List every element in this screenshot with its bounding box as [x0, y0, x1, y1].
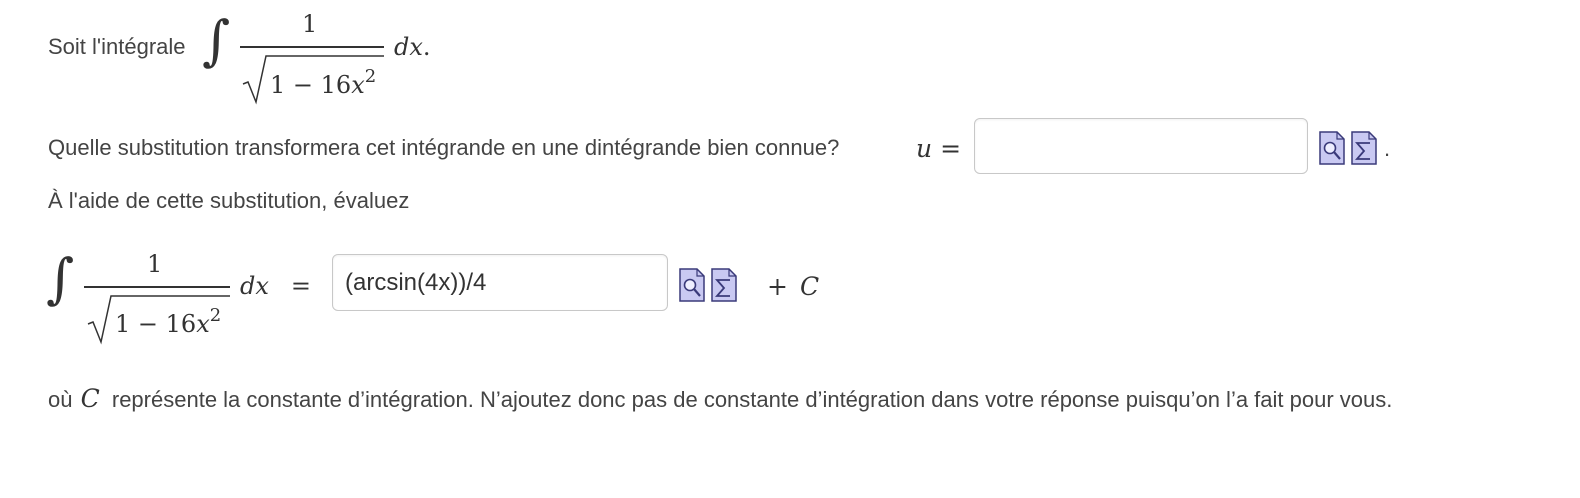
- substitution-input[interactable]: [974, 118, 1308, 174]
- antiderivative-input[interactable]: (arcsin(4x))/4: [332, 254, 668, 311]
- eval-fraction-bar: [84, 286, 230, 288]
- preview-magnifier-icon[interactable]: [1319, 131, 1345, 165]
- eval-differential-equals: dx =: [240, 272, 312, 300]
- eval-integral-sign: ∫: [46, 247, 75, 310]
- eval-fraction-numerator: 1: [147, 250, 163, 278]
- eval-fraction-denominator: 1 − 16x2: [115, 305, 222, 338]
- sigma-equation-editor-icon[interactable]: [1351, 131, 1377, 165]
- question-trailing-period: .: [1384, 136, 1391, 161]
- preview-magnifier-icon[interactable]: [679, 268, 705, 302]
- sigma-equation-editor-icon[interactable]: [711, 268, 737, 302]
- question-text: Quelle substitution transformera cet int…: [48, 135, 840, 160]
- integral-intro-text: Soit l'intégrale: [48, 34, 186, 59]
- plus-constant: + C: [767, 272, 820, 301]
- fraction-numerator: 1: [302, 10, 318, 38]
- footer-text: où C représente la constante d’intégrati…: [48, 384, 1393, 413]
- instruction-text: À l'aide de cette substitution, évaluez: [48, 188, 410, 213]
- differential: dx.: [394, 33, 431, 61]
- fraction-bar: [240, 46, 384, 48]
- fraction-denominator: 1 − 16x2: [270, 66, 377, 99]
- integral-sign: ∫: [202, 9, 231, 72]
- u-equals-label: u =: [916, 134, 962, 163]
